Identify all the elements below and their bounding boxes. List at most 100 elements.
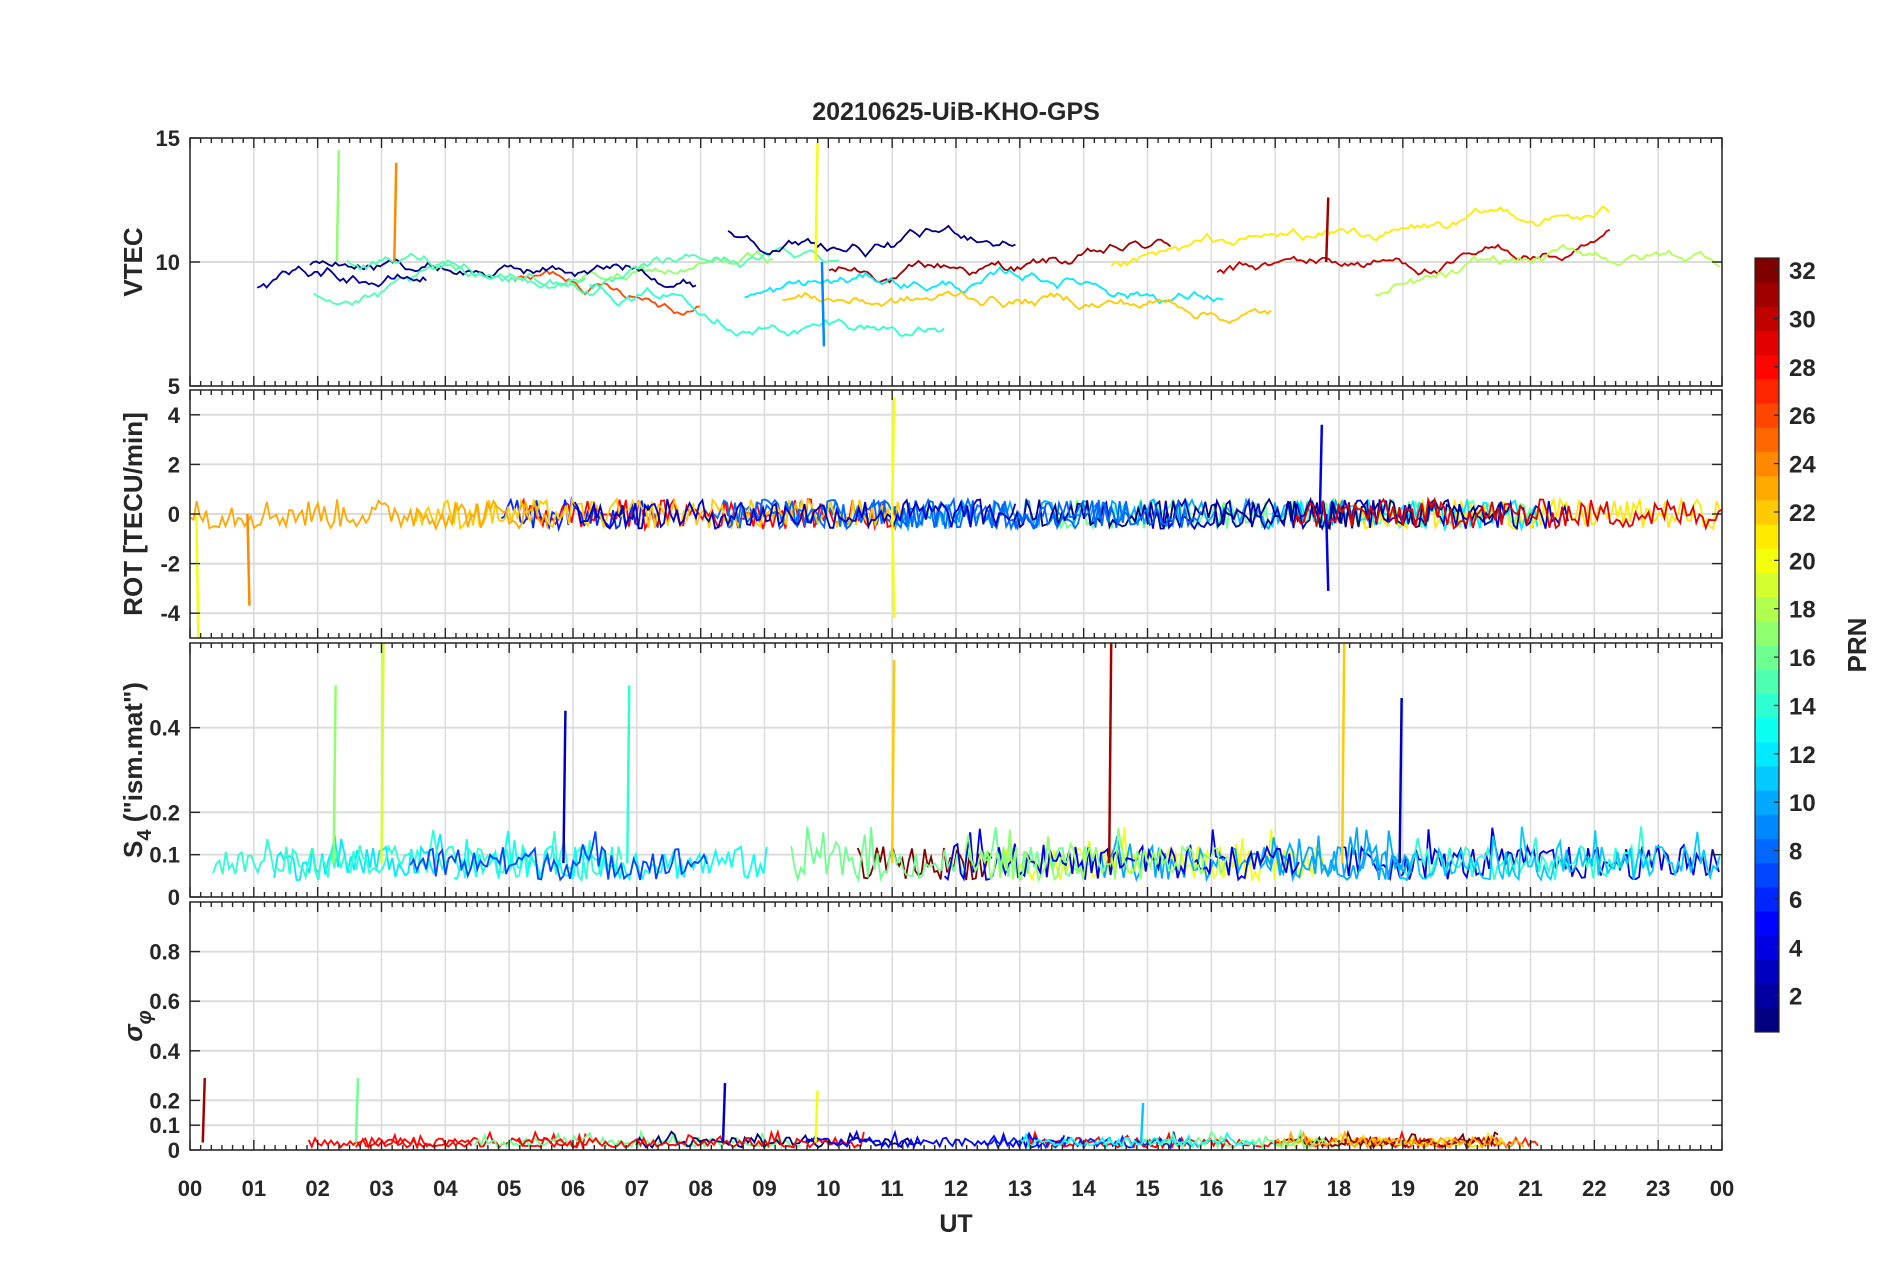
colorbar-segment — [1755, 959, 1779, 985]
x-tick-label: 17 — [1263, 1176, 1287, 1201]
colorbar-tick-label: 30 — [1789, 306, 1816, 333]
colorbar-ticks: 2468101214161820222426283032 — [1774, 258, 1816, 1011]
sigma-phi-ytick-label: 0.2 — [149, 1088, 180, 1113]
x-axis-label: UT — [939, 1210, 972, 1238]
vtec-trace — [313, 259, 586, 307]
vtec-peak-event — [393, 162, 398, 263]
sigma-phi-ytick-label: 0.1 — [149, 1113, 180, 1138]
x-tick-label: 16 — [1199, 1176, 1223, 1201]
s4-peak-event — [1398, 698, 1403, 864]
s4-peak-event — [626, 685, 631, 864]
vtec-trace — [782, 290, 1272, 324]
panel-s4: 0 0.1 0.2 0.4 S4 ("ism.mat") — [118, 642, 1723, 910]
sigma-phi-peak-event — [1139, 1102, 1145, 1143]
colorbar-tick-label: 16 — [1789, 645, 1816, 672]
x-tick-labels: 00 01 02 03 04 05 06 07 08 09 10 11 12 13 14 15 16 17 18 19… — [178, 1176, 1734, 1201]
colorbar-tick-label: 22 — [1789, 500, 1816, 527]
colorbar-tick-label: 14 — [1789, 693, 1816, 720]
chart-figure: 20210625-UiB-KHO-GPS 5 10 15 VTEC -4 -2 0 2 4 … — [118, 98, 1872, 1238]
x-tick-label: 03 — [369, 1176, 393, 1201]
x-tick-label: 12 — [944, 1176, 968, 1201]
rot-ylabel: ROT [TECU/min] — [118, 412, 148, 616]
colorbar-segment — [1755, 330, 1779, 356]
vtec-trace — [256, 265, 427, 289]
x-tick-label: 10 — [816, 1176, 840, 1201]
x-tick-label: 02 — [305, 1176, 329, 1201]
colorbar-tick-label: 18 — [1789, 597, 1816, 624]
vtec-ytick-label: 10 — [156, 250, 180, 275]
s4-peak-event — [1340, 642, 1346, 864]
vtec-peak-event — [1324, 197, 1330, 263]
sigma-phi-peak-event — [354, 1078, 360, 1143]
s4-lines — [212, 642, 1721, 883]
panel-sigma-phi: 00.10.20.40.60.8 σφ — [118, 901, 1723, 1163]
vtec-ytick-label: 5 — [168, 374, 180, 399]
colorbar-tick-label: 10 — [1789, 790, 1816, 817]
sigma-phi-peak-event — [201, 1078, 207, 1143]
colorbar-tick-label: 2 — [1789, 984, 1802, 1011]
sigma-phi-peak-event — [814, 1090, 819, 1143]
sigma-phi-trace — [307, 1132, 473, 1151]
colorbar-tick-label: 24 — [1789, 452, 1816, 479]
s4-ticks: 0 0.1 0.2 0.4 — [149, 643, 1723, 910]
colorbar-tick-label: 20 — [1789, 548, 1816, 575]
x-tick-label: 21 — [1518, 1176, 1542, 1201]
rot-ytick-label: 2 — [168, 452, 180, 477]
colorbar-segment — [1755, 911, 1779, 936]
colorbar-tick-label: 4 — [1789, 935, 1803, 962]
colorbar-segment — [1755, 717, 1779, 743]
x-tick-label: 15 — [1135, 1176, 1159, 1201]
colorbar-tick-label: 32 — [1789, 258, 1816, 285]
x-tick-label: 00 — [1710, 1176, 1734, 1201]
colorbar-tick-label: 6 — [1789, 887, 1802, 914]
colorbar-segment — [1755, 862, 1779, 888]
vtec-trace — [588, 282, 945, 338]
x-tick-label: 13 — [1008, 1176, 1032, 1201]
colorbar-segment — [1755, 572, 1779, 598]
vtec-peak-event — [814, 142, 819, 263]
x-tick-label: 08 — [688, 1176, 712, 1201]
x-tick-label: 18 — [1327, 1176, 1351, 1201]
sigma-phi-ticks: 00.10.20.40.60.8 — [149, 902, 1723, 1163]
panel-rot: -4 -2 0 2 4 ROT [TECU/min] — [118, 389, 1723, 639]
colorbar-tick-label: 26 — [1789, 403, 1816, 430]
sigma-phi-ytick-label: 0 — [168, 1138, 180, 1163]
colorbar-segment — [1755, 814, 1779, 839]
colorbar-segment — [1755, 378, 1779, 404]
sigma-phi-ytick-label: 0.4 — [149, 1039, 180, 1064]
s4-ylabel: S4 ("ism.mat") — [118, 682, 156, 858]
panel-vtec: 5 10 15 VTEC — [118, 126, 1723, 399]
rot-peak-event — [195, 513, 200, 639]
x-tick-label: 09 — [752, 1176, 776, 1201]
colorbar-segments — [1755, 258, 1779, 1033]
vtec-peak-event — [820, 261, 826, 347]
x-tick-label: 22 — [1582, 1176, 1606, 1201]
s4-peak-event — [562, 710, 567, 864]
vtec-trace — [727, 224, 1016, 258]
rot-peak-event — [1318, 424, 1324, 515]
rot-ytick-label: 0 — [168, 502, 180, 527]
x-tick-label: 01 — [242, 1176, 266, 1201]
sigma-phi-peak-event — [721, 1082, 727, 1143]
sigma-phi-ylabel: σφ — [118, 1010, 156, 1041]
colorbar-segment — [1755, 765, 1779, 791]
vtec-grid — [189, 137, 1723, 387]
s4-ytick-label: 0 — [168, 885, 180, 910]
x-tick-label: 04 — [433, 1176, 458, 1201]
colorbar-segment — [1755, 1007, 1779, 1033]
vtec-lines — [256, 142, 1721, 347]
chart-title: 20210625-UiB-KHO-GPS — [812, 98, 1100, 126]
vtec-ytick-label: 15 — [156, 126, 180, 151]
sigma-phi-grid — [189, 902, 1723, 1151]
x-tick-label: 23 — [1646, 1176, 1670, 1201]
rot-peak-event — [246, 513, 251, 606]
colorbar-tick-label: 28 — [1789, 355, 1816, 382]
colorbar-tick-label: 8 — [1789, 839, 1802, 866]
colorbar-segment — [1755, 282, 1779, 307]
x-tick-label: 14 — [1071, 1176, 1096, 1201]
colorbar-label: PRN — [1842, 618, 1872, 673]
colorbar-segment — [1755, 427, 1779, 452]
rot-ytick-label: 4 — [168, 403, 181, 428]
x-tick-label: 06 — [561, 1176, 585, 1201]
sigma-phi-lines — [201, 1078, 1539, 1151]
